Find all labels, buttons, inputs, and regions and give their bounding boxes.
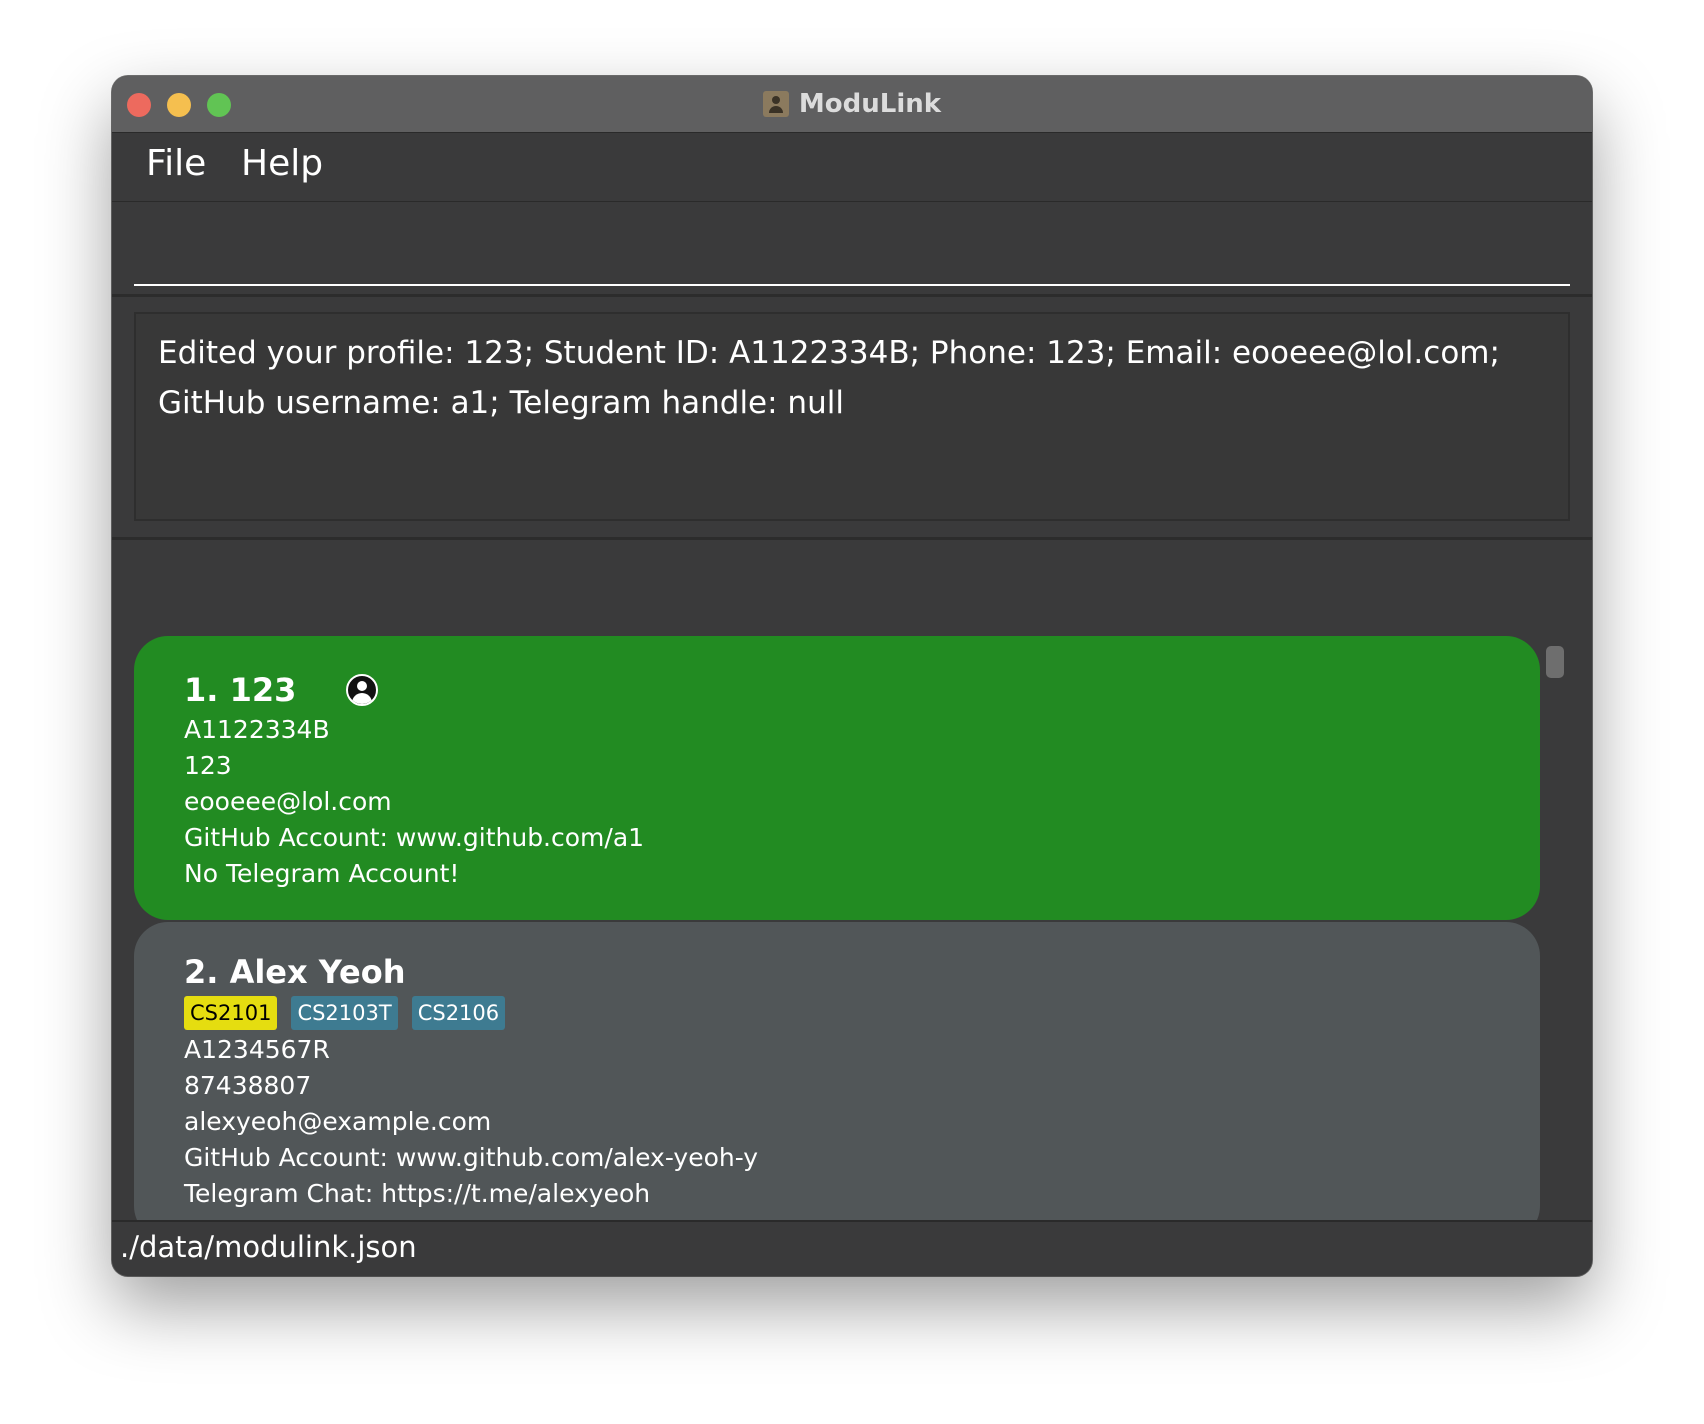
tag-badge: CS2103T [291,996,398,1030]
person-index-name: 2. Alex Yeoh [184,953,406,991]
result-display-panel: Edited your profile: 123; Student ID: A1… [112,297,1592,540]
command-input[interactable] [134,202,1570,286]
result-display[interactable]: Edited your profile: 123; Student ID: A1… [134,312,1570,521]
person-student-id: A1122334B [184,715,330,744]
tag-badge: CS2106 [411,996,506,1030]
person-phone: 87438807 [184,1071,312,1100]
person-telegram: Telegram Chat: https://t.me/alexyeoh [184,1179,651,1208]
command-box [112,202,1592,297]
result-line-1: Edited your profile: 123; Student ID: A1… [158,335,1500,371]
app-window: ModuLink File Help Edited your profile: … [112,76,1592,1276]
window-title: ModuLink [112,76,1592,132]
tag-badge: CS2101 [184,996,278,1030]
person-telegram: No Telegram Account! [184,859,460,888]
menu-help[interactable]: Help [241,143,323,184]
window-title-text: ModuLink [798,89,942,119]
user-profile-icon [346,674,379,706]
address-book-icon [762,91,789,117]
person-email: alexyeoh@example.com [184,1107,492,1136]
person-card-profile[interactable]: 1. 123 A1122334B 123 eooeee@lol.com GitH… [134,636,1540,920]
person-name-row: 2. Alex Yeoh [184,950,758,994]
person-github: GitHub Account: www.github.com/alex-yeoh… [184,1143,759,1172]
person-email: eooeee@lol.com [184,787,392,816]
person-github: GitHub Account: www.github.com/a1 [184,823,645,852]
menu-bar: File Help [112,133,1592,202]
result-line-2: GitHub username: a1; Telegram handle: nu… [158,385,844,421]
person-index-name: 1. 123 [184,671,297,709]
menu-file[interactable]: File [146,143,206,184]
person-phone: 123 [184,751,232,780]
person-name-row: 1. 123 [184,668,644,712]
status-bar: ./data/modulink.json [112,1220,1592,1276]
person-list[interactable]: 1. 123 A1122334B 123 eooeee@lol.com GitH… [112,540,1592,1220]
list-scrollbar[interactable] [1546,646,1564,678]
person-card[interactable]: 2. Alex Yeoh CS2101 CS2103T CS2106 A1234… [134,922,1540,1220]
save-location-path: ./data/modulink.json [120,1230,417,1264]
person-tags: CS2101 CS2103T CS2106 [184,995,758,1031]
person-student-id: A1234567R [184,1035,330,1064]
title-bar[interactable]: ModuLink [112,76,1592,133]
